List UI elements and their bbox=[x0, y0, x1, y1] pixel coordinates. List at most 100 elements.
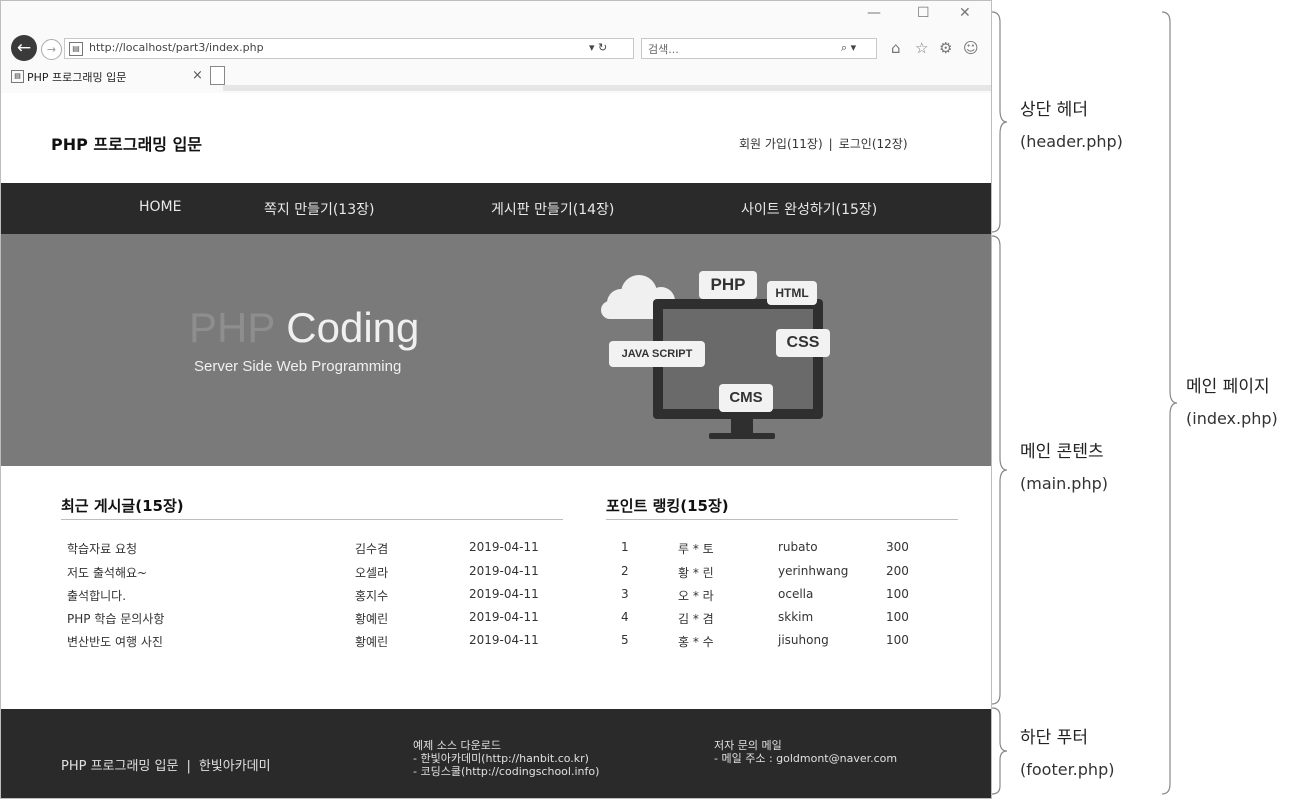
post-date: 2019-04-11 bbox=[469, 610, 539, 624]
footer-annotation-label: 하단 푸터 bbox=[1020, 728, 1088, 748]
new-tab-button[interactable] bbox=[210, 66, 225, 85]
header-annotation-file: (header.php) bbox=[1020, 132, 1123, 151]
post-date: 2019-04-11 bbox=[469, 564, 539, 578]
minimize-icon[interactable]: — bbox=[867, 5, 881, 21]
recent-posts-title: 최근 게시글(15장) bbox=[61, 497, 184, 515]
tag-php: PHP bbox=[699, 271, 757, 299]
post-author: 오셀라 bbox=[355, 566, 389, 580]
close-icon[interactable]: ✕ bbox=[959, 5, 971, 21]
recent-post-row[interactable]: 저도 출석해요~ 오셀라 2019-04-11 bbox=[67, 564, 567, 584]
rank-name: 김 * 겸 bbox=[678, 612, 714, 626]
rank-point: 200 bbox=[886, 564, 909, 578]
recent-divider bbox=[61, 519, 563, 520]
rank-name: 루 * 토 bbox=[678, 542, 714, 556]
point-ranking-title: 포인트 랭킹(15장) bbox=[606, 497, 729, 515]
contact-title: 저자 문의 메일 bbox=[714, 739, 782, 752]
back-arrow-icon[interactable]: ← bbox=[11, 35, 37, 61]
rank-name: 홍 * 수 bbox=[678, 635, 714, 649]
refresh-icon[interactable]: ▾ ↻ bbox=[589, 41, 607, 54]
tab-title: PHP 프로그래밍 입문 bbox=[27, 71, 127, 84]
site-footer: PHP 프로그래밍 입문 | 한빛아카데미 예제 소스 다운로드 - 한빛아카데미(… bbox=[1, 709, 991, 798]
banner-title-php: PHP bbox=[189, 304, 275, 351]
search-box[interactable]: 검색... ⌕ ▾ bbox=[641, 38, 877, 59]
main-annotation-label: 메인 콘텐츠 bbox=[1020, 442, 1104, 462]
page-favicon-icon: ▤ bbox=[69, 42, 83, 56]
nav-site-complete[interactable]: 사이트 완성하기(15장) bbox=[741, 199, 877, 219]
download-hanbit-link[interactable]: - 한빛아카데미(http://hanbit.co.kr) bbox=[413, 752, 599, 765]
recent-post-row[interactable]: 학습자료 요청 김수겸 2019-04-11 bbox=[67, 540, 567, 560]
forward-arrow-icon[interactable]: → bbox=[41, 39, 62, 60]
join-link[interactable]: 회원 가입(11장) bbox=[739, 137, 823, 151]
ranking-row: 2 황 * 린 yerinhwang 200 bbox=[621, 564, 951, 584]
footer-separator: | bbox=[186, 759, 191, 774]
header-annotation: 상단 헤더 (header.php) bbox=[1020, 95, 1123, 157]
rank-point: 100 bbox=[886, 610, 909, 624]
page-annotation: 메인 페이지 (index.php) bbox=[1186, 372, 1278, 434]
rank-id: yerinhwang bbox=[778, 564, 849, 578]
recent-post-row[interactable]: 변산반도 여행 사진 황예린 2019-04-11 bbox=[67, 633, 567, 653]
search-input[interactable]: 검색... bbox=[648, 41, 679, 57]
download-title: 예제 소스 다운로드 bbox=[413, 739, 501, 752]
nav-home[interactable]: HOME bbox=[139, 199, 181, 215]
post-subject[interactable]: 출석합니다. bbox=[67, 587, 126, 604]
favorites-star-icon[interactable]: ☆ bbox=[915, 39, 928, 57]
rank-point: 100 bbox=[886, 633, 909, 647]
banner-title-coding: Coding bbox=[286, 304, 420, 351]
rank-number: 5 bbox=[621, 633, 629, 647]
feedback-smiley-icon[interactable]: ☺ bbox=[963, 39, 979, 57]
member-links: 회원 가입(11장) | 로그인(12장) bbox=[739, 135, 908, 152]
rank-number: 1 bbox=[621, 540, 629, 554]
rank-point: 300 bbox=[886, 540, 909, 554]
home-icon[interactable]: ⌂ bbox=[891, 39, 901, 57]
address-url[interactable]: http://localhost/part3/index.php bbox=[89, 41, 264, 54]
page-annotation-file: (index.php) bbox=[1186, 409, 1278, 428]
post-subject[interactable]: 변산반도 여행 사진 bbox=[67, 633, 163, 650]
main-banner: PHP Coding Server Side Web Programming P… bbox=[1, 234, 991, 466]
address-bar[interactable]: ▤ http://localhost/part3/index.php ▾ ↻ bbox=[64, 38, 634, 59]
banner-subtitle: Server Side Web Programming bbox=[194, 358, 402, 375]
ranking-row: 5 홍 * 수 jisuhong 100 bbox=[621, 633, 951, 653]
post-author: 황예린 bbox=[355, 612, 389, 626]
banner-illustration: PHP HTML CSS JAVA SCRIPT CMS bbox=[591, 269, 851, 459]
post-date: 2019-04-11 bbox=[469, 540, 539, 554]
rank-number: 4 bbox=[621, 610, 629, 624]
footer-title: PHP 프로그래밍 입문 bbox=[61, 759, 179, 774]
nav-board[interactable]: 게시판 만들기(14장) bbox=[491, 199, 614, 219]
tab-favicon-icon: ▤ bbox=[11, 70, 24, 83]
rank-name: 오 * 라 bbox=[678, 589, 714, 603]
rank-number: 2 bbox=[621, 564, 629, 578]
ranking-row: 3 오 * 라 ocella 100 bbox=[621, 587, 951, 607]
rank-id: jisuhong bbox=[778, 633, 829, 647]
nav-message[interactable]: 쪽지 만들기(13장) bbox=[264, 199, 374, 219]
contact-email[interactable]: - 메일 주소 : goldmont@naver.com bbox=[714, 752, 897, 765]
post-author: 김수겸 bbox=[355, 542, 389, 556]
post-author: 황예린 bbox=[355, 635, 389, 649]
rank-name: 황 * 린 bbox=[678, 566, 714, 580]
tag-css: CSS bbox=[776, 329, 830, 357]
browser-tab[interactable]: ▤ PHP 프로그래밍 입문 × bbox=[11, 67, 207, 87]
post-author: 홍지수 bbox=[355, 589, 389, 603]
footer-download: 예제 소스 다운로드 - 한빛아카데미(http://hanbit.co.kr)… bbox=[413, 739, 599, 778]
ranking-divider bbox=[606, 519, 958, 520]
post-date: 2019-04-11 bbox=[469, 587, 539, 601]
banner-title: PHP Coding bbox=[189, 304, 419, 352]
post-subject[interactable]: 학습자료 요청 bbox=[67, 540, 137, 557]
site-title[interactable]: PHP 프로그래밍 입문 bbox=[51, 131, 202, 155]
login-link[interactable]: 로그인(12장) bbox=[839, 137, 908, 151]
footer-org: 한빛아카데미 bbox=[198, 759, 271, 774]
post-subject[interactable]: PHP 학습 문의사항 bbox=[67, 610, 164, 627]
recent-post-row[interactable]: PHP 학습 문의사항 황예린 2019-04-11 bbox=[67, 610, 567, 630]
download-codingschool-link[interactable]: - 코딩스쿨(http://codingschool.info) bbox=[413, 765, 599, 778]
maximize-icon[interactable]: ☐ bbox=[917, 5, 930, 21]
member-separator: | bbox=[828, 137, 833, 151]
tab-close-icon[interactable]: × bbox=[192, 68, 203, 83]
main-annotation: 메인 콘텐츠 (main.php) bbox=[1020, 437, 1108, 499]
gear-icon[interactable]: ⚙ bbox=[939, 39, 952, 57]
ranking-row: 4 김 * 겸 skkim 100 bbox=[621, 610, 951, 630]
footer-annotation-file: (footer.php) bbox=[1020, 760, 1115, 779]
rank-point: 100 bbox=[886, 587, 909, 601]
header-brace bbox=[991, 11, 1008, 233]
search-icon[interactable]: ⌕ ▾ bbox=[841, 41, 856, 55]
recent-post-row[interactable]: 출석합니다. 홍지수 2019-04-11 bbox=[67, 587, 567, 607]
post-subject[interactable]: 저도 출석해요~ bbox=[67, 564, 147, 581]
